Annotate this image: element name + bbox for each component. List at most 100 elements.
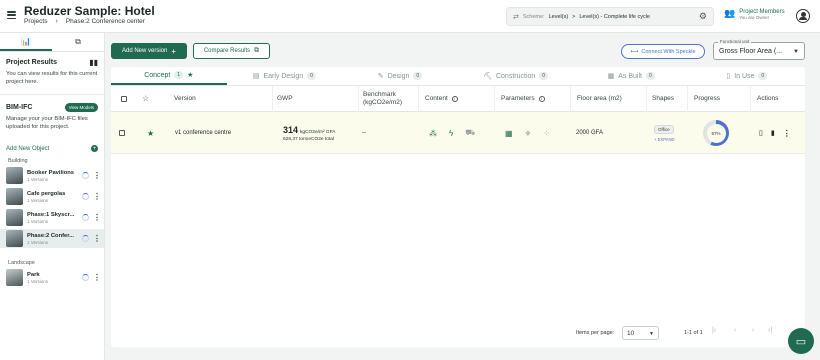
object-name: Cafe pergolas bbox=[27, 190, 66, 197]
phase-tabs: Concept 1 ★ ▤ Early Design 0 ✎ Design 0 … bbox=[111, 67, 805, 86]
connect-speckle-button[interactable]: ⟷ Connect With Speckle bbox=[621, 44, 705, 59]
info-icon[interactable]: i bbox=[451, 96, 458, 102]
category-label: Landscape bbox=[8, 260, 35, 266]
prev-page-icon[interactable]: ‹ bbox=[734, 327, 736, 334]
row-checkbox[interactable] bbox=[119, 130, 125, 136]
chevron-down-icon: ▼ bbox=[793, 49, 799, 55]
more-options-icon[interactable]: ⋮ bbox=[93, 192, 101, 201]
chat-icon[interactable]: ▭ bbox=[788, 328, 814, 354]
star-sparkle-icon[interactable]: ★ bbox=[147, 129, 154, 138]
divider bbox=[0, 94, 104, 95]
items-per-page-select[interactable]: 10 ▼ bbox=[622, 326, 659, 340]
tab-models[interactable]: ⧉ bbox=[52, 33, 104, 51]
scheme-detail: Level(s) - Complete life cycle bbox=[579, 13, 650, 20]
transport-icon[interactable]: ⛟ bbox=[465, 128, 475, 138]
tab-in-use[interactable]: ▯ In Use 0 bbox=[689, 67, 805, 85]
compare-label: Compare Results bbox=[203, 48, 251, 54]
last-page-icon[interactable]: ›| bbox=[768, 327, 772, 334]
more-options-icon[interactable]: ⋮ bbox=[93, 171, 101, 180]
breadcrumb: Projects › Phase:2 Conference center bbox=[24, 18, 145, 25]
col-content: Content i bbox=[418, 86, 494, 112]
row-benchmark: -- bbox=[362, 130, 366, 136]
tab-count: 0 bbox=[307, 72, 316, 80]
expand-link[interactable]: + EXPAND bbox=[654, 137, 675, 142]
first-page-icon[interactable]: |‹ bbox=[712, 327, 716, 334]
loading-spinner-icon bbox=[82, 274, 89, 281]
door-icon: ▯ bbox=[726, 73, 731, 80]
object-versions: 1 Versions bbox=[27, 278, 49, 284]
document-icon[interactable]: ▯ bbox=[759, 129, 763, 137]
tab-construction[interactable]: ⛏ Construction 0 bbox=[458, 67, 574, 85]
table-row[interactable]: ★ v1 conference centre 314 kgCO2e/m² GFA … bbox=[111, 112, 805, 154]
add-new-version-button[interactable]: Add New version + bbox=[111, 43, 187, 59]
col-shapes: Shapes bbox=[646, 86, 687, 112]
tab-design[interactable]: ✎ Design 0 bbox=[342, 67, 458, 85]
model-icon: ⧉ bbox=[75, 37, 81, 46]
loading-spinner-icon bbox=[82, 214, 89, 221]
tab-as-built[interactable]: ▦ As Built 0 bbox=[573, 67, 689, 85]
breadcrumb-current: Phase:2 Conference center bbox=[65, 18, 145, 25]
row-version[interactable]: v1 conference centre bbox=[175, 112, 231, 154]
row-select bbox=[119, 112, 125, 154]
list-item[interactable]: Phase:1 Skyscr... 1 Versions ⋮ bbox=[0, 208, 104, 227]
row-parameters: ▦ ✧ ⁘ bbox=[505, 112, 550, 154]
star-icon[interactable]: ☆ bbox=[142, 95, 149, 103]
list-item[interactable]: Park 1 Versions ⋮ bbox=[0, 268, 104, 287]
user-avatar-icon[interactable] bbox=[796, 9, 810, 23]
bar-chart-icon[interactable]: ▮ bbox=[771, 129, 775, 137]
bar-chart-icon[interactable]: ▮▮ bbox=[89, 58, 98, 67]
chevron-down-icon: ▼ bbox=[649, 331, 654, 337]
magic-wand-icon[interactable]: ✧ bbox=[525, 129, 532, 138]
next-page-icon[interactable]: › bbox=[752, 327, 754, 334]
hamburger-menu-icon[interactable] bbox=[7, 11, 16, 19]
view-models-button[interactable]: View Models bbox=[64, 103, 98, 112]
list-item-selected[interactable]: Phase:2 Confer... 1 Versions ⋮ bbox=[0, 229, 104, 248]
scheme-value: Level(s) bbox=[548, 13, 569, 20]
info-icon[interactable]: i bbox=[538, 96, 545, 102]
more-options-icon[interactable]: ⋮ bbox=[93, 213, 101, 222]
gear-icon[interactable]: ⚙ bbox=[699, 11, 707, 22]
col-gwp: GWP bbox=[272, 86, 358, 112]
more-options-icon[interactable]: ⋮ bbox=[93, 234, 101, 243]
gwp-unit: kgCO2e/m² GFA bbox=[300, 129, 336, 135]
tab-results[interactable]: 📊 bbox=[0, 33, 52, 51]
object-thumbnail bbox=[6, 230, 23, 247]
compare-results-button[interactable]: Compare Results ⧉ bbox=[193, 43, 270, 59]
loading-spinner-icon bbox=[82, 235, 89, 242]
functional-unit-select[interactable]: Functional unit Gross Floor Area (... ▼ bbox=[713, 39, 805, 60]
breadcrumb-projects[interactable]: Projects bbox=[24, 18, 47, 25]
tab-label: Concept bbox=[144, 71, 171, 79]
tab-count: 0 bbox=[539, 72, 549, 80]
tab-early-design[interactable]: ▤ Early Design 0 bbox=[227, 67, 343, 85]
bim-desc: Manage your your BIM-IFC files uploaded … bbox=[6, 116, 88, 130]
scheme-selector[interactable]: ⇄ Scheme: Level(s) > Level(s) - Complete… bbox=[506, 7, 714, 26]
col-version: Version bbox=[174, 95, 196, 102]
sidebar: 📊 ⧉ Project Results ▮▮ You can view resu… bbox=[0, 33, 105, 360]
list-item[interactable]: Booker Pavilions 1 Versions ⋮ bbox=[0, 166, 104, 185]
object-thumbnail bbox=[6, 167, 23, 184]
page-range: 1-1 of 1 bbox=[684, 330, 703, 336]
molecule-icon[interactable]: ⁂ bbox=[429, 129, 437, 138]
list-item[interactable]: Cafe pergolas 1 Versions ⋮ bbox=[0, 187, 104, 206]
table-icon[interactable]: ▦ bbox=[505, 129, 513, 138]
add-object-button[interactable]: Add New Object + bbox=[0, 145, 104, 152]
scheme-arrow: > bbox=[572, 13, 576, 20]
more-options-icon[interactable]: ⋮ bbox=[783, 129, 791, 138]
select-all-checkbox[interactable] bbox=[121, 96, 127, 102]
bar-chart-icon: 📊 bbox=[21, 36, 31, 46]
col-actions: Actions bbox=[750, 86, 805, 112]
sidebar-tabs: 📊 ⧉ bbox=[0, 33, 104, 52]
table-header: ☆ Version GWP Benchmark (kgCO2e/m2) Cont… bbox=[111, 86, 805, 112]
page-title: Reduzer Sample: Hotel bbox=[24, 4, 155, 18]
more-options-icon[interactable]: ⋮ bbox=[93, 273, 101, 282]
tab-concept[interactable]: Concept 1 ★ bbox=[111, 67, 227, 85]
shape-tag: Office bbox=[654, 124, 674, 134]
bim-title: BIM-IFC bbox=[6, 104, 33, 111]
energy-icon[interactable]: ϟ bbox=[449, 129, 453, 138]
project-results-title: Project Results bbox=[6, 59, 57, 66]
items-per-page-label: Items per page: bbox=[576, 330, 615, 336]
group-icon[interactable]: ⁘ bbox=[543, 129, 550, 138]
row-star: ★ bbox=[147, 112, 154, 154]
row-floor-area: 2000 GFA bbox=[576, 130, 604, 136]
project-members-button[interactable]: 👥 Project Members You are Owner bbox=[724, 9, 785, 21]
